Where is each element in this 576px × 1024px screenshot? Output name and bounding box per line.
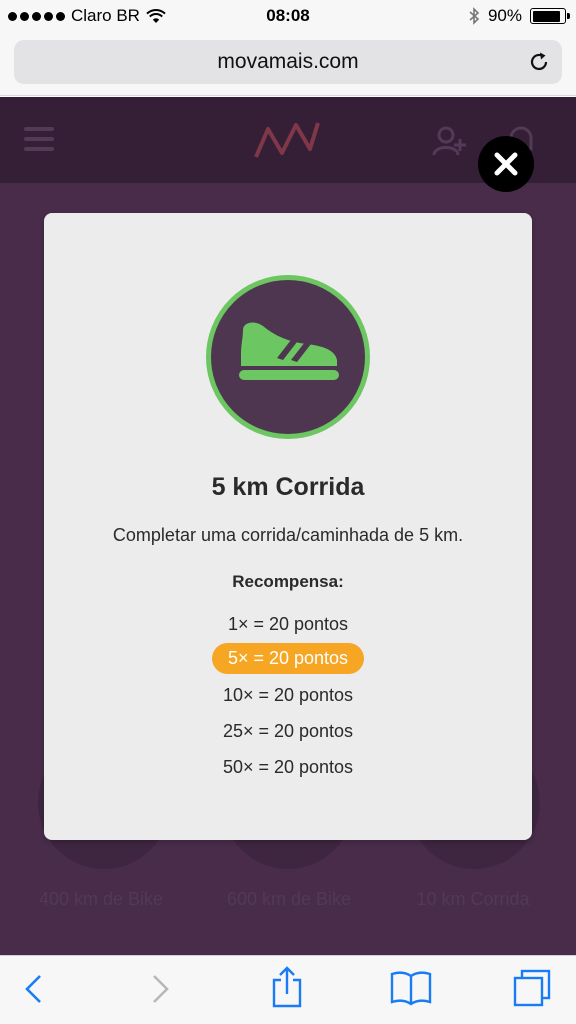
- reward-label: 5× = 20 pontos: [211, 643, 365, 674]
- reward-label: 1× = 20 pontos: [227, 614, 349, 634]
- bluetooth-icon: [469, 7, 480, 25]
- achievement-description: Completar uma corrida/caminhada de 5 km.: [112, 525, 464, 545]
- achievement-badge: [206, 275, 370, 439]
- share-icon[interactable]: [270, 966, 304, 1008]
- reward-label: 25× = 20 pontos: [222, 720, 354, 741]
- achievement-modal: 5 km Corrida Completar uma corrida/camin…: [44, 213, 532, 840]
- forward-arrow-icon[interactable]: [150, 972, 172, 1006]
- status-bar: Claro BR 08:08 90%: [0, 0, 576, 34]
- reward-heading: Recompensa:: [232, 572, 344, 591]
- close-modal-button[interactable]: [478, 136, 534, 192]
- reload-icon[interactable]: [528, 51, 550, 73]
- reward-item: 1× = 20 pontos: [44, 609, 532, 640]
- reward-label: 10× = 20 pontos: [222, 684, 354, 705]
- tabs-icon[interactable]: [512, 968, 552, 1008]
- reward-item-active: 5× = 20 pontos: [44, 640, 532, 677]
- battery-percent: 90%: [487, 6, 522, 25]
- reward-item: 25× = 20 pontos: [44, 713, 532, 749]
- close-icon: [494, 152, 518, 176]
- bookmarks-icon[interactable]: [390, 970, 432, 1006]
- browser-address-area: movamais.com: [0, 34, 576, 96]
- reward-label: 50× = 20 pontos: [222, 756, 354, 777]
- running-shoe-icon: [239, 322, 339, 380]
- reward-item: 10× = 20 pontos: [44, 677, 532, 713]
- address-text: movamais.com: [217, 50, 359, 73]
- back-arrow-icon[interactable]: [22, 972, 44, 1006]
- reward-list: 1× = 20 pontos 5× = 20 pontos 10× = 20 p…: [44, 609, 532, 785]
- battery-group: 90%: [468, 6, 570, 26]
- reward-item: 50× = 20 pontos: [44, 749, 532, 785]
- achievement-title: 5 km Corrida: [211, 473, 365, 501]
- address-bar[interactable]: movamais.com: [14, 40, 562, 84]
- battery-fill: [532, 10, 561, 22]
- browser-toolbar: [0, 955, 576, 1024]
- battery-icon: [530, 8, 570, 24]
